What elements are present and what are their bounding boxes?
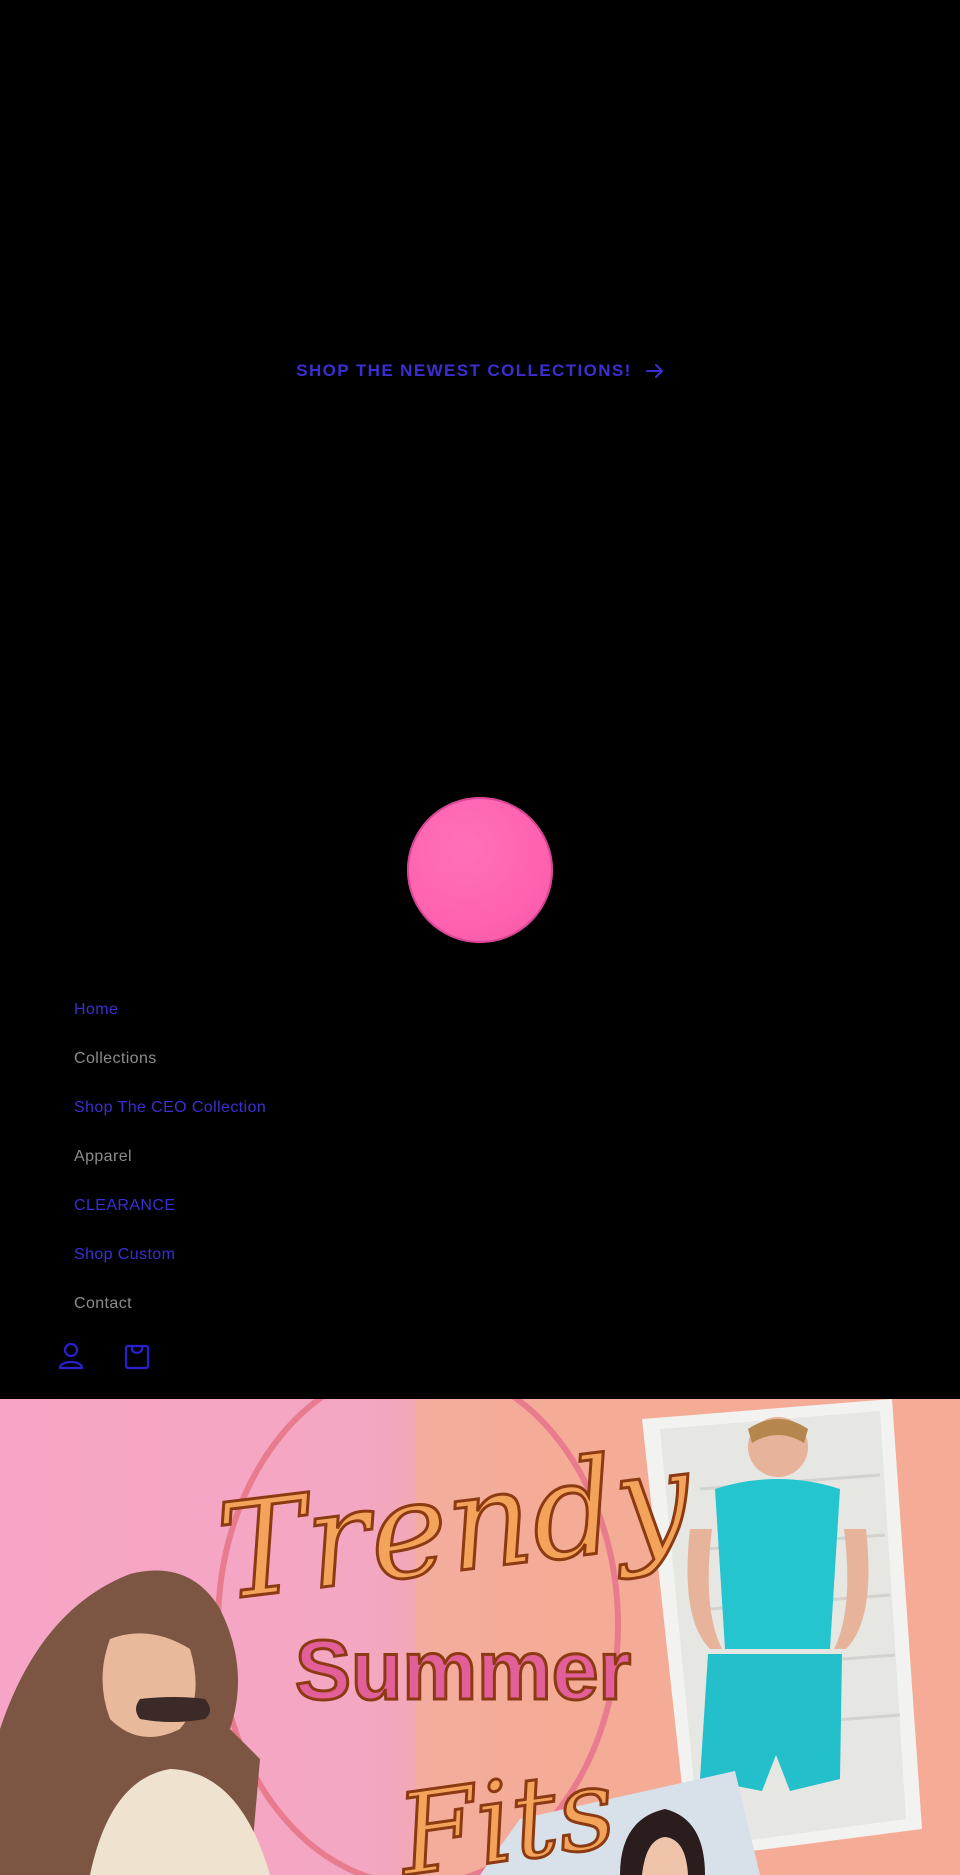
arrow-right-icon <box>645 364 664 378</box>
store-logo[interactable] <box>407 797 553 943</box>
nav-item-collections[interactable]: Collections <box>74 1047 574 1096</box>
cart-icon[interactable] <box>124 1342 150 1370</box>
header-icons <box>58 1342 150 1370</box>
announcement-text: SHOP THE NEWEST COLLECTIONS! <box>296 361 632 380</box>
nav-item-ceo-collection[interactable]: Shop The CEO Collection <box>74 1096 574 1145</box>
nav-item-apparel[interactable]: Apparel <box>74 1145 574 1194</box>
page: SHOP THE NEWEST COLLECTIONS! Home Collec… <box>0 0 960 1875</box>
main-nav: Home Collections Shop The CEO Collection… <box>74 998 574 1341</box>
nav-item-shop-custom[interactable]: Shop Custom <box>74 1243 574 1292</box>
nav-item-contact[interactable]: Contact <box>74 1292 574 1341</box>
hero-line-2: Summer <box>295 1623 631 1717</box>
announcement-bar: SHOP THE NEWEST COLLECTIONS! <box>0 355 960 387</box>
announcement-link[interactable]: SHOP THE NEWEST COLLECTIONS! <box>296 361 663 381</box>
nav-item-clearance[interactable]: CLEARANCE <box>74 1194 574 1243</box>
nav-item-home[interactable]: Home <box>74 998 574 1047</box>
account-icon[interactable] <box>58 1342 84 1370</box>
hero-banner[interactable]: Trendy Summer Fits <box>0 1399 960 1875</box>
